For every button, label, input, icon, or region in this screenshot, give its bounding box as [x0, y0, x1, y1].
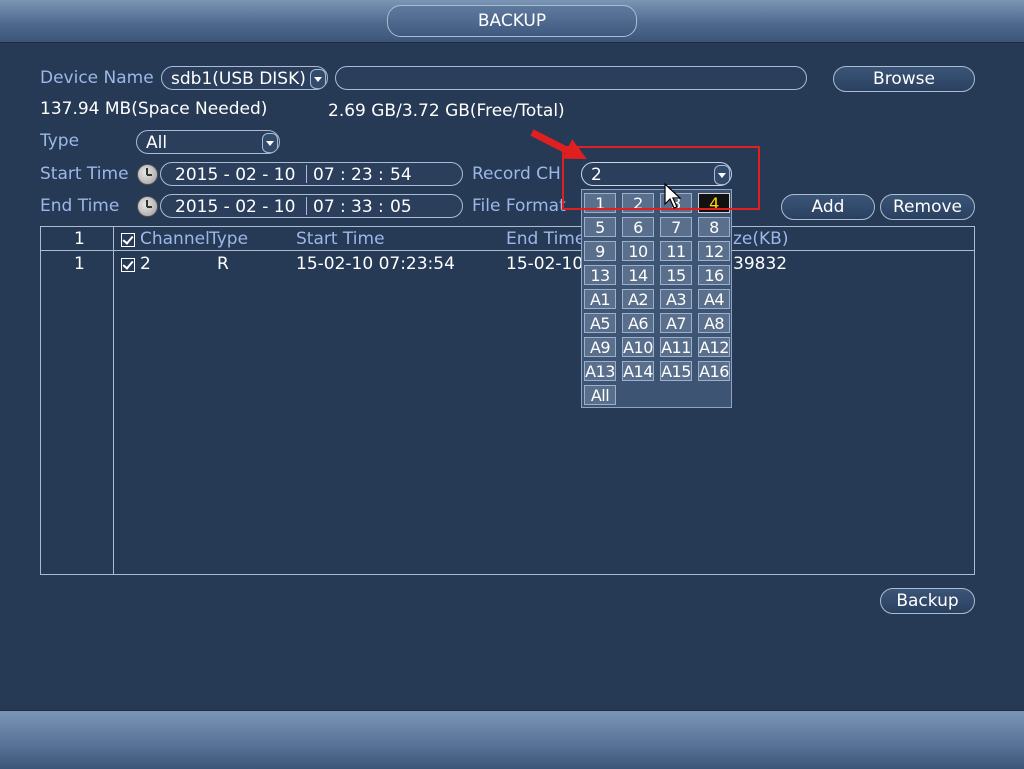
- chevron-down-icon: [310, 69, 326, 89]
- type-label: Type: [40, 131, 80, 151]
- row-type: R: [217, 254, 229, 274]
- header-type[interactable]: Type: [209, 229, 248, 249]
- row-end-time: 15-02-10: [506, 254, 584, 274]
- add-button[interactable]: Add: [781, 194, 875, 220]
- row-size: 39832: [733, 254, 788, 274]
- end-time-field[interactable]: 2015 - 02 - 10 07 : 33 : 05: [160, 194, 463, 218]
- remove-button[interactable]: Remove: [880, 194, 975, 220]
- channel-option-a12[interactable]: A12: [698, 337, 730, 357]
- header-divider: [41, 250, 974, 251]
- chevron-down-icon: [262, 133, 278, 153]
- header-size[interactable]: ze(KB): [733, 229, 788, 249]
- channel-option-a5[interactable]: A5: [584, 313, 616, 333]
- time-separator: :: [378, 165, 384, 185]
- end-minute[interactable]: 33: [351, 195, 373, 217]
- channel-option-7[interactable]: 7: [660, 217, 692, 237]
- channel-option-16[interactable]: 16: [698, 265, 730, 285]
- channel-option-a7[interactable]: A7: [660, 313, 692, 333]
- mouse-cursor-icon: [664, 183, 682, 209]
- record-ch-label: Record CH: [472, 164, 561, 184]
- file-format-label: File Format: [472, 196, 566, 216]
- channel-option-6[interactable]: 6: [622, 217, 654, 237]
- start-date[interactable]: 2015 - 02 - 10: [175, 163, 295, 185]
- row-checkbox[interactable]: [121, 258, 135, 272]
- time-separator: :: [340, 197, 346, 217]
- channel-option-13[interactable]: 13: [584, 265, 616, 285]
- channel-option-a15[interactable]: A15: [660, 361, 692, 381]
- device-name-select[interactable]: sdb1(USB DISK): [161, 66, 328, 90]
- title-bar: BACKUP: [0, 0, 1024, 43]
- row-channel: 2: [140, 254, 151, 274]
- free-total-text: 2.69 GB/3.72 GB(Free/Total): [328, 101, 565, 121]
- channel-option-8[interactable]: 8: [698, 217, 730, 237]
- time-separator: :: [378, 197, 384, 217]
- channel-option-11[interactable]: 11: [660, 241, 692, 261]
- header-start-time[interactable]: Start Time: [296, 229, 385, 249]
- device-name-label: Device Name: [40, 68, 154, 88]
- channel-option-a11[interactable]: A11: [660, 337, 692, 357]
- start-time-label: Start Time: [40, 164, 129, 184]
- channel-option-a9[interactable]: A9: [584, 337, 616, 357]
- channel-option-a8[interactable]: A8: [698, 313, 730, 333]
- clock-icon[interactable]: [137, 164, 158, 185]
- channel-option-a13[interactable]: A13: [584, 361, 616, 381]
- channel-option-10[interactable]: 10: [622, 241, 654, 261]
- channel-option-a2[interactable]: A2: [622, 289, 654, 309]
- row-index: 1: [74, 254, 85, 274]
- column-divider: [113, 227, 114, 574]
- channel-option-5[interactable]: 5: [584, 217, 616, 237]
- start-time-field[interactable]: 2015 - 02 - 10 07 : 23 : 54: [160, 162, 463, 186]
- header-index: 1: [74, 229, 85, 249]
- channel-option-15[interactable]: 15: [660, 265, 692, 285]
- divider: [306, 197, 307, 215]
- bottom-bar: [0, 710, 1024, 769]
- select-all-checkbox[interactable]: [121, 233, 135, 247]
- start-hour[interactable]: 07: [313, 163, 335, 185]
- end-second[interactable]: 05: [390, 195, 412, 217]
- type-value: All: [146, 133, 168, 153]
- channel-option-a6[interactable]: A6: [622, 313, 654, 333]
- channel-option-a3[interactable]: A3: [660, 289, 692, 309]
- channel-option-14[interactable]: 14: [622, 265, 654, 285]
- channel-option-a1[interactable]: A1: [584, 289, 616, 309]
- type-select[interactable]: All: [136, 130, 280, 154]
- end-date[interactable]: 2015 - 02 - 10: [175, 195, 295, 217]
- browse-button[interactable]: Browse: [833, 66, 975, 92]
- channel-option-9[interactable]: 9: [584, 241, 616, 261]
- channel-option-12[interactable]: 12: [698, 241, 730, 261]
- channel-option-a14[interactable]: A14: [622, 361, 654, 381]
- backup-button[interactable]: Backup: [880, 588, 975, 614]
- row-start-time: 15-02-10 07:23:54: [296, 254, 455, 274]
- annotation-highlight-box: [562, 146, 760, 210]
- channel-option-a10[interactable]: A10: [622, 337, 654, 357]
- channel-option-a4[interactable]: A4: [698, 289, 730, 309]
- channel-option-a16[interactable]: A16: [698, 361, 730, 381]
- divider: [306, 165, 307, 183]
- start-second[interactable]: 54: [390, 163, 412, 185]
- end-time-label: End Time: [40, 196, 120, 216]
- header-channel[interactable]: Channel: [140, 229, 210, 249]
- space-needed-text: 137.94 MB(Space Needed): [40, 99, 268, 119]
- time-separator: :: [340, 165, 346, 185]
- window-title: BACKUP: [387, 5, 637, 37]
- device-name-value: sdb1(USB DISK): [171, 69, 306, 89]
- channel-option-all[interactable]: All: [584, 385, 616, 405]
- clock-icon[interactable]: [137, 196, 158, 217]
- header-end-time[interactable]: End Time: [506, 229, 585, 249]
- device-path-field[interactable]: [335, 66, 807, 90]
- end-hour[interactable]: 07: [313, 195, 335, 217]
- start-minute[interactable]: 23: [351, 163, 373, 185]
- record-ch-dropdown: 12345678910111213141516A1A2A3A4A5A6A7A8A…: [581, 189, 732, 408]
- backup-file-table: 1 Channel Type Start Time End Time ze(KB…: [40, 226, 975, 575]
